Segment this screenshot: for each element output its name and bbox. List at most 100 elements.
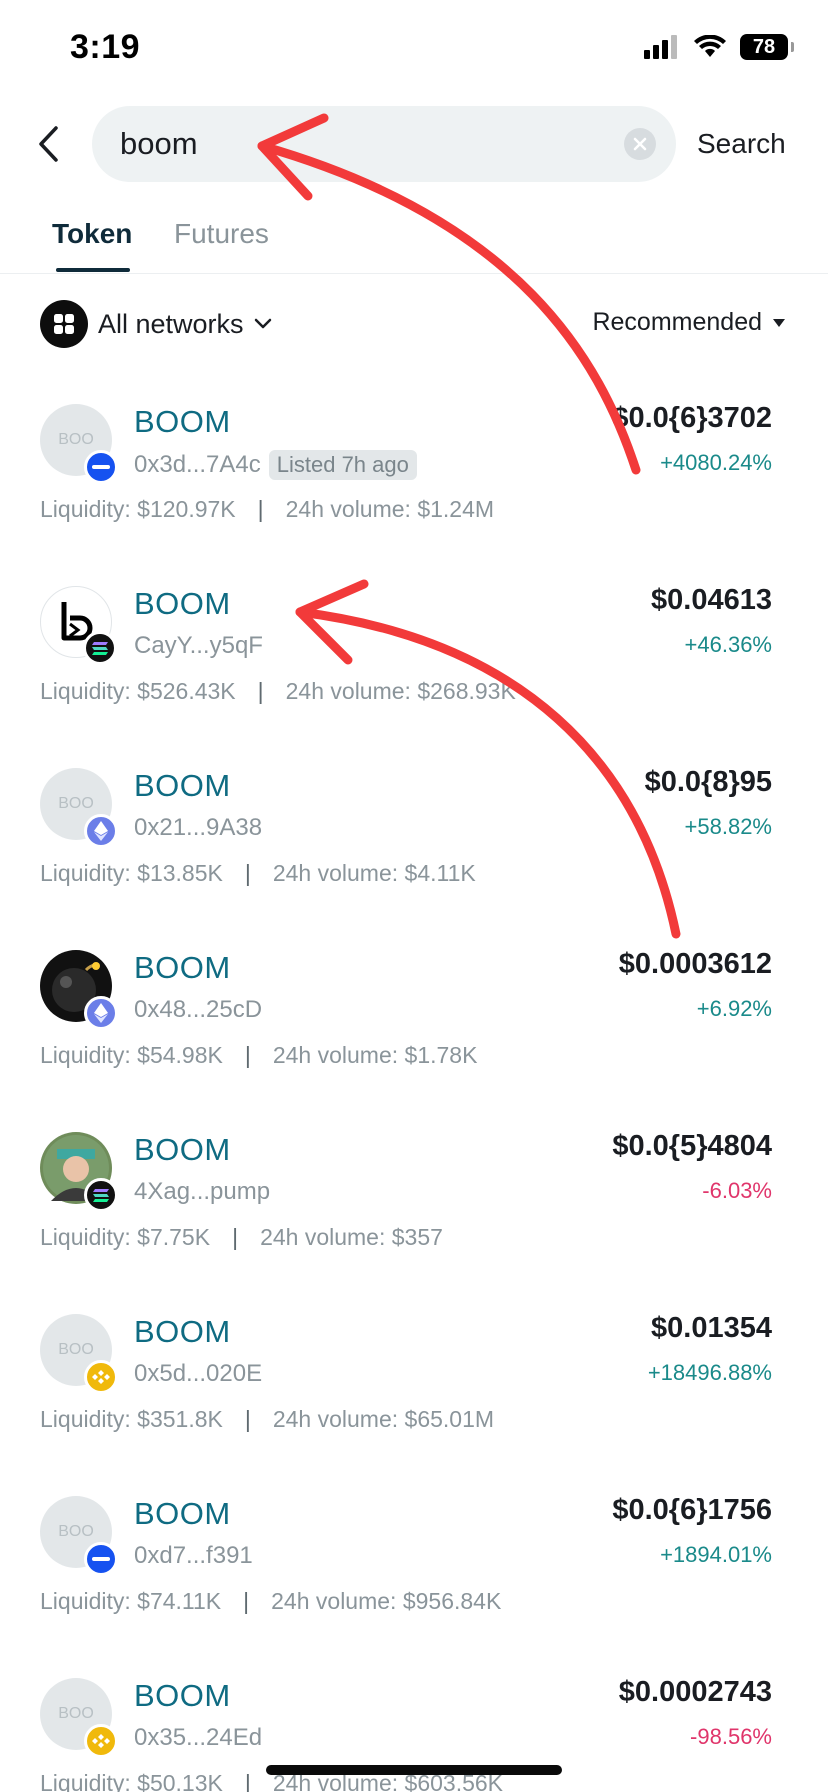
avatar-placeholder-text: BOO	[58, 1705, 94, 1722]
solana-icon	[84, 1178, 118, 1212]
token-avatar: BOO	[40, 768, 118, 848]
chevron-left-icon	[39, 126, 58, 162]
token-stats: Liquidity: $54.98K | 24h volume: $1.78K	[40, 1042, 477, 1069]
token-address: 4Xag...pump	[134, 1178, 271, 1205]
active-tab-indicator	[56, 268, 130, 272]
token-volume: 24h volume: $4.11K	[272, 860, 476, 886]
ethereum-icon	[84, 814, 118, 848]
token-volume: 24h volume: $1.24M	[285, 496, 495, 522]
avatar-placeholder-text: BOO	[58, 1341, 94, 1358]
token-row[interactable]: BOOM 4Xag...pump $0.0{5}4804 -6.03% Liqu…	[0, 1108, 828, 1290]
networks-label: All networks	[98, 308, 244, 339]
token-avatar	[40, 586, 117, 665]
token-row[interactable]: BOO BOOM 0x3d...7A4c Listed 7h ago $0.0{…	[0, 380, 828, 562]
token-volume: 24h volume: $268.93K	[285, 678, 516, 704]
token-address-row: 0x35...24Ed	[134, 1724, 262, 1752]
token-price: $0.0002743	[618, 1676, 772, 1708]
token-stats: Liquidity: $74.11K | 24h volume: $956.84…	[40, 1588, 501, 1615]
chevron-down-icon	[254, 318, 271, 329]
sort-dropdown[interactable]: Recommended	[592, 308, 786, 337]
avatar-placeholder-text: BOO	[58, 795, 94, 812]
token-change: +46.36%	[684, 632, 772, 657]
token-change: +6.92%	[696, 996, 772, 1021]
search-input[interactable]	[120, 120, 600, 168]
token-address: 0xd7...f391	[134, 1542, 253, 1569]
token-row[interactable]: BOOM 0x48...25cD $0.0003612 +6.92% Liqui…	[0, 926, 828, 1108]
token-price: $0.04613	[651, 584, 772, 616]
bnb-icon	[84, 1360, 118, 1394]
token-address-row: 0xd7...f391	[134, 1542, 253, 1570]
token-address: CayY...y5qF	[134, 632, 263, 659]
sort-label: Recommended	[592, 308, 762, 336]
token-address-row: 0x5d...020E	[134, 1360, 262, 1388]
cellular-signal-icon	[644, 35, 677, 59]
token-name: BOOM	[134, 1496, 231, 1531]
token-name: BOOM	[134, 1314, 231, 1349]
token-liquidity: Liquidity: $526.43K	[40, 678, 236, 704]
stats-divider: |	[244, 1770, 251, 1792]
token-price: $0.01354	[651, 1312, 772, 1344]
token-address: 0x3d...7A4c	[134, 451, 261, 478]
token-price: $0.0{6}3702	[612, 402, 772, 434]
filter-row: All networks Recommended	[0, 298, 828, 350]
close-icon	[633, 137, 647, 151]
token-address-row: CayY...y5qF	[134, 632, 263, 660]
token-stats: Liquidity: $7.75K | 24h volume: $357	[40, 1224, 443, 1251]
token-change: +1894.01%	[660, 1542, 772, 1567]
token-price: $0.0{5}4804	[612, 1130, 772, 1162]
token-liquidity: Liquidity: $13.85K	[40, 860, 223, 886]
token-row[interactable]: BOO BOOM 0x21...9A38 $0.0{8}95 +58.82% L…	[0, 744, 828, 926]
token-avatar	[40, 950, 118, 1030]
token-address: 0x21...9A38	[134, 814, 263, 841]
token-address-row: 0x3d...7A4c Listed 7h ago	[134, 450, 417, 480]
token-volume: 24h volume: $357	[260, 1224, 443, 1250]
token-row[interactable]: BOO BOOM 0xd7...f391 $0.0{6}1756 +1894.0…	[0, 1472, 828, 1654]
token-change: -6.03%	[702, 1178, 772, 1203]
token-address: 0x5d...020E	[134, 1360, 263, 1387]
token-row[interactable]: BOOM CayY...y5qF $0.04613 +46.36% Liquid…	[0, 562, 828, 744]
networks-dropdown[interactable]: All networks	[40, 300, 272, 348]
avatar-placeholder-text: BOO	[58, 431, 94, 448]
token-address: 0x48...25cD	[134, 996, 263, 1023]
token-name: BOOM	[134, 1678, 231, 1713]
token-stats: Liquidity: $13.85K | 24h volume: $4.11K	[40, 860, 476, 887]
clear-search-button[interactable]	[624, 128, 656, 160]
token-name: BOOM	[134, 768, 231, 803]
token-change: +4080.24%	[660, 450, 772, 475]
status-time: 3:19	[70, 28, 141, 66]
token-change: +58.82%	[684, 814, 772, 839]
listed-badge: Listed 7h ago	[268, 450, 417, 480]
token-liquidity: Liquidity: $7.75K	[40, 1224, 211, 1250]
grid-icon	[40, 300, 88, 348]
token-row[interactable]: BOO BOOM 0x5d...020E $0.01354 +18496.88%…	[0, 1290, 828, 1472]
base-icon	[84, 1542, 118, 1576]
token-name: BOOM	[134, 1132, 231, 1167]
home-indicator	[266, 1765, 562, 1775]
token-avatar: BOO	[40, 1678, 118, 1758]
token-price: $0.0003612	[618, 948, 772, 980]
search-button[interactable]: Search	[697, 128, 786, 160]
token-liquidity: Liquidity: $120.97K	[40, 496, 236, 522]
status-icons: 78	[644, 34, 794, 60]
tab-futures[interactable]: Futures	[174, 218, 269, 250]
token-stats: Liquidity: $120.97K | 24h volume: $1.24M	[40, 496, 494, 523]
token-change: -98.56%	[690, 1724, 772, 1749]
stats-divider: |	[244, 1042, 251, 1068]
token-avatar	[40, 1132, 118, 1212]
token-volume: 24h volume: $956.84K	[271, 1588, 502, 1614]
back-button[interactable]	[28, 120, 68, 168]
base-icon	[84, 450, 118, 484]
token-avatar: BOO	[40, 1314, 118, 1394]
stats-divider: |	[232, 1224, 239, 1250]
token-price: $0.0{6}1756	[612, 1494, 772, 1526]
tab-token[interactable]: Token	[52, 218, 132, 250]
stats-divider: |	[243, 1588, 250, 1614]
token-stats: Liquidity: $351.8K | 24h volume: $65.01M	[40, 1406, 494, 1433]
caret-down-icon	[773, 318, 785, 327]
stats-divider: |	[244, 860, 251, 886]
token-liquidity: Liquidity: $54.98K	[40, 1042, 223, 1068]
bnb-icon	[84, 1724, 118, 1758]
token-avatar: BOO	[40, 1496, 118, 1576]
ethereum-icon	[84, 996, 118, 1030]
token-liquidity: Liquidity: $50.13K	[40, 1770, 223, 1792]
